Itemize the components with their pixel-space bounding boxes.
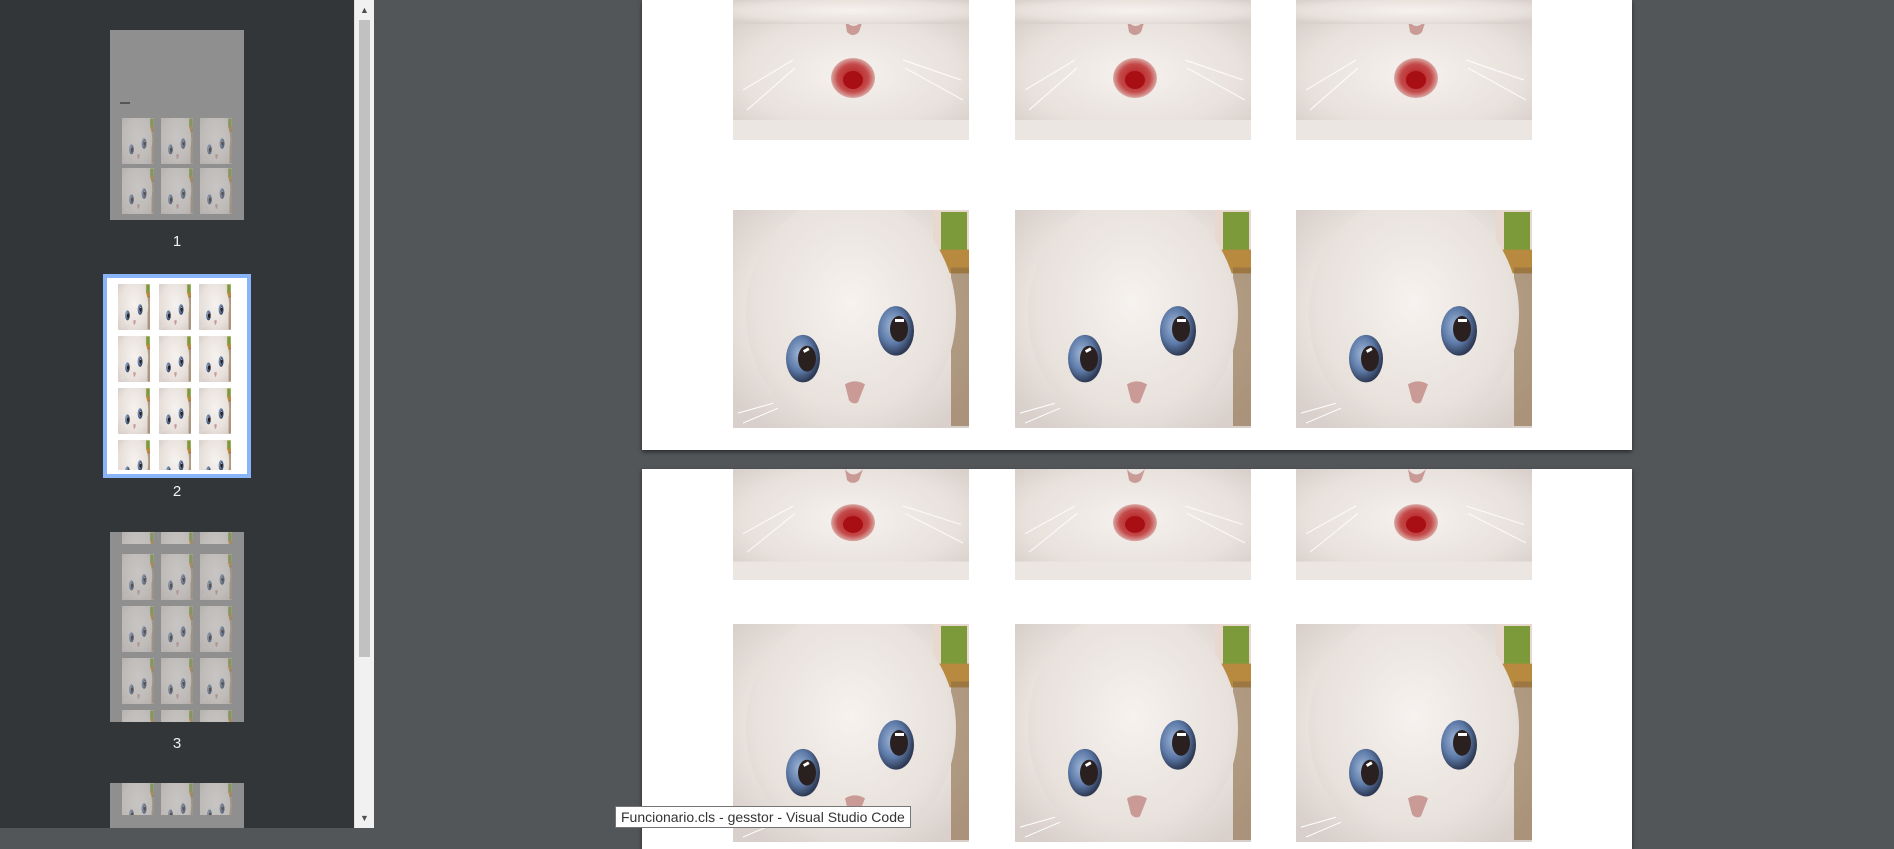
window-tooltip: Funcionario.cls - gesstor - Visual Studi… [615,806,911,828]
cat-photo [122,118,154,164]
cat-photo [122,606,154,652]
thumbnail-page-number: 1 [172,233,182,250]
cat-photo [200,532,232,544]
cat-photo [161,118,193,164]
cat-photo [122,532,154,544]
cat-photo [200,554,232,600]
cat-photo [199,440,231,470]
cat-photo [161,606,193,652]
scroll-up-arrow-icon[interactable]: ▲ [355,2,374,18]
page-thumbnail-1[interactable] [110,30,244,220]
cat-photo [118,336,150,382]
page-thumbnail-3[interactable] [110,532,244,722]
cat-photo [200,606,232,652]
cat-photo [1015,469,1251,580]
cat-photo [159,336,191,382]
cat-photo [733,0,969,164]
cat-photo [161,168,193,214]
document-page [642,0,1632,450]
cat-photo [161,554,193,600]
cat-photo [733,210,969,428]
cat-photo [199,336,231,382]
cat-photo [118,388,150,434]
cat-photo [122,168,154,214]
cat-photo [122,710,154,722]
page-thumbnail-4[interactable] [110,783,244,828]
cat-photo [1015,210,1251,428]
cat-photo [1296,0,1532,164]
cat-photo [200,658,232,704]
cat-photo [118,284,150,330]
cat-photo [1296,624,1532,842]
cat-photo [122,554,154,600]
cat-photo [122,658,154,704]
scrollbar-thumb[interactable] [359,20,370,657]
cat-photo [161,658,193,704]
cat-photo [161,783,193,815]
cat-photo [1296,210,1532,428]
cat-photo [118,440,150,470]
cat-photo [200,168,232,214]
document-page [642,469,1632,849]
cat-photo [733,469,969,580]
cat-photo [161,532,193,544]
cat-photo [159,388,191,434]
cat-photo [200,783,232,815]
cat-photo [122,783,154,815]
cat-photo [1015,0,1251,164]
cat-photo [159,284,191,330]
thumbnail-page-number: 3 [172,735,182,752]
thumbnail-text-line [120,102,130,104]
scroll-down-arrow-icon[interactable]: ▼ [355,810,374,826]
thumbnail-sidebar: 1 2 3 [0,0,354,828]
cat-photo [1296,469,1532,580]
cat-photo [200,710,232,722]
cat-photo [199,284,231,330]
thumbnail-page-number: 2 [172,483,182,500]
cat-photo [161,710,193,722]
cat-photo [200,118,232,164]
cat-photo [159,440,191,470]
cat-photo [199,388,231,434]
page-thumbnail-2[interactable] [103,274,251,478]
sidebar-scrollbar[interactable]: ▲ ▼ [354,0,374,828]
cat-photo [1015,624,1251,842]
